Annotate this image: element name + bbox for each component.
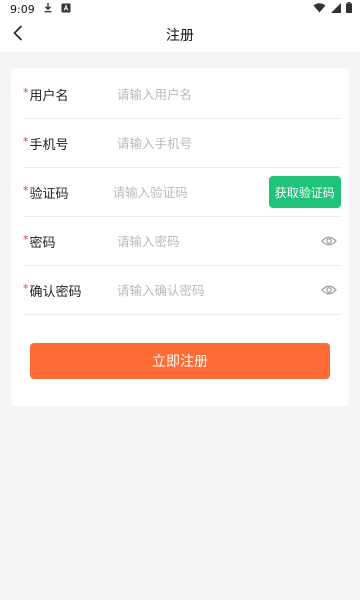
download-icon xyxy=(43,2,53,16)
page-title: 注册 xyxy=(166,28,194,44)
chevron-left-icon xyxy=(12,25,24,45)
notification-icon xyxy=(61,3,71,16)
verification-code-label-text: 验证码 xyxy=(29,186,69,202)
verification-code-label: * 验证码 xyxy=(23,183,113,202)
required-mark: * xyxy=(23,281,29,295)
register-submit-button[interactable]: 立即注册 xyxy=(30,343,330,379)
phone-label-text: 手机号 xyxy=(29,137,69,153)
username-row: * 用户名 xyxy=(23,70,341,119)
password-row: * 密码 xyxy=(23,217,341,266)
signal-icon xyxy=(331,2,341,16)
back-button[interactable] xyxy=(8,25,28,45)
confirm-password-label-text: 确认密码 xyxy=(29,284,82,300)
password-input[interactable] xyxy=(117,226,319,256)
eye-icon[interactable] xyxy=(319,231,339,251)
required-mark: * xyxy=(23,85,29,99)
required-mark: * xyxy=(23,232,29,246)
status-bar: 9:09 xyxy=(0,0,360,18)
confirm-password-input[interactable] xyxy=(117,275,319,305)
nav-bar: 注册 xyxy=(0,18,360,52)
status-time: 9:09 xyxy=(10,2,35,16)
username-label-text: 用户名 xyxy=(29,88,69,104)
register-form: * 用户名 * 手机号 * 验证码 获取验证码 * 密码 * 确认密码 xyxy=(11,68,349,406)
username-input[interactable] xyxy=(117,79,341,109)
verification-code-row: * 验证码 获取验证码 xyxy=(23,168,341,217)
battery-icon xyxy=(346,2,352,16)
required-mark: * xyxy=(23,183,29,197)
status-right xyxy=(313,2,352,16)
eye-icon[interactable] xyxy=(319,280,339,300)
required-mark: * xyxy=(23,134,29,148)
get-code-button[interactable]: 获取验证码 xyxy=(268,176,341,208)
status-left: 9:09 xyxy=(10,2,71,16)
confirm-password-label: * 确认密码 xyxy=(23,281,117,300)
phone-input[interactable] xyxy=(117,128,341,158)
phone-label: * 手机号 xyxy=(23,134,117,153)
confirm-password-row: * 确认密码 xyxy=(23,266,341,315)
password-label-text: 密码 xyxy=(29,235,56,251)
phone-row: * 手机号 xyxy=(23,119,341,168)
password-label: * 密码 xyxy=(23,232,117,251)
wifi-icon xyxy=(313,2,326,16)
username-label: * 用户名 xyxy=(23,85,117,104)
verification-code-input[interactable] xyxy=(112,177,269,207)
